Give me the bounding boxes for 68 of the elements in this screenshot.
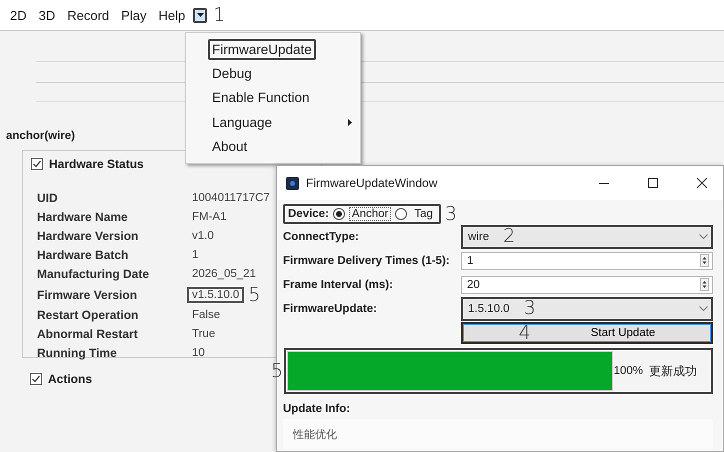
- field-label: Firmware Delivery Times (1-5):: [283, 254, 451, 266]
- caret-icon: [196, 13, 204, 17]
- callout-number: 3: [524, 299, 536, 318]
- group-title: Actions: [48, 372, 92, 386]
- menu-item[interactable]: Help: [152, 8, 192, 22]
- close-icon[interactable]: [697, 178, 707, 188]
- field-value: v1.0: [192, 228, 214, 244]
- radio-button[interactable]: [395, 208, 408, 220]
- menu-item[interactable]: 3D: [32, 8, 62, 22]
- field-value: 10: [192, 346, 205, 362]
- callout-number: 5: [248, 286, 260, 305]
- field-label: FirmwareUpdate:: [283, 302, 378, 314]
- chevron-icon: [699, 234, 708, 239]
- field-value: FM-A1: [192, 210, 226, 225]
- checkbox[interactable]: [30, 373, 42, 385]
- menu-item[interactable]: Language: [208, 112, 276, 133]
- field-label: Running Time: [37, 346, 118, 362]
- callout-number: 4: [518, 324, 531, 342]
- menu-item[interactable]: Enable Function: [208, 87, 314, 108]
- field-value: 1: [192, 248, 198, 263]
- menu-item[interactable]: Record: [61, 8, 116, 22]
- start-update-button[interactable]: 4 Start Update: [461, 322, 713, 344]
- field-value: v1.5.10.0: [187, 287, 244, 304]
- radio-button[interactable]: [332, 208, 345, 220]
- field-value: 2026_05_21: [192, 266, 256, 282]
- field-label: Manufacturing Date: [37, 266, 150, 283]
- checkbox[interactable]: [31, 158, 43, 170]
- group-title: Hardware Status: [49, 157, 144, 171]
- field-label: ConnectType:: [283, 230, 360, 242]
- status-text: 更新成功: [649, 362, 697, 380]
- field-label: Hardware Name: [37, 210, 129, 226]
- callout-number: 3: [444, 204, 457, 224]
- maximize-icon[interactable]: [648, 178, 658, 188]
- menu-item[interactable]: Debug: [208, 63, 256, 84]
- dropdown-field[interactable]: wire 2: [461, 224, 713, 248]
- dropdown-field[interactable]: 1.5.10.0 3: [461, 296, 713, 320]
- info-text: 性能优化: [283, 419, 713, 449]
- radio-label: Tag: [413, 207, 434, 221]
- field-label: Device:: [288, 208, 329, 220]
- progress-percent: 100%: [614, 365, 643, 377]
- menu-item[interactable]: About: [208, 136, 252, 158]
- field-value: False: [192, 308, 220, 324]
- field-label: Firmware Version: [37, 288, 138, 304]
- spin-arrows-icon[interactable]: [700, 254, 709, 267]
- radio-label: Anchor: [348, 207, 392, 221]
- field-label: UID: [37, 191, 59, 207]
- field-value: 1004011717C7: [192, 191, 270, 206]
- field-label: Frame Interval (ms):: [283, 278, 394, 290]
- field-label: Hardware Version: [37, 228, 140, 245]
- app-icon: [286, 176, 299, 190]
- section-label: Update Info:: [283, 403, 352, 415]
- field-label: Abnormal Restart: [37, 327, 139, 343]
- field-value: True: [192, 327, 216, 342]
- dropdown-button[interactable]: [193, 8, 208, 22]
- menu-item[interactable]: FirmwareUpdate: [208, 38, 316, 60]
- spin-arrows-icon[interactable]: [700, 278, 709, 291]
- callout-number: 1: [213, 6, 226, 24]
- chevron-icon: [699, 306, 708, 311]
- menu-item[interactable]: 2D: [4, 8, 33, 22]
- panel-title: anchor(wire): [6, 130, 76, 142]
- callout-number: 5: [271, 362, 284, 380]
- spin-field[interactable]: 20: [461, 276, 713, 294]
- spin-field[interactable]: 1: [461, 252, 713, 270]
- field-label: Hardware Batch: [37, 248, 130, 264]
- window-title: FirmwareUpdateWindow: [306, 176, 438, 190]
- menu-item[interactable]: Play: [115, 8, 152, 22]
- field-label: Restart Operation: [37, 308, 140, 324]
- callout-number: 2: [503, 227, 516, 246]
